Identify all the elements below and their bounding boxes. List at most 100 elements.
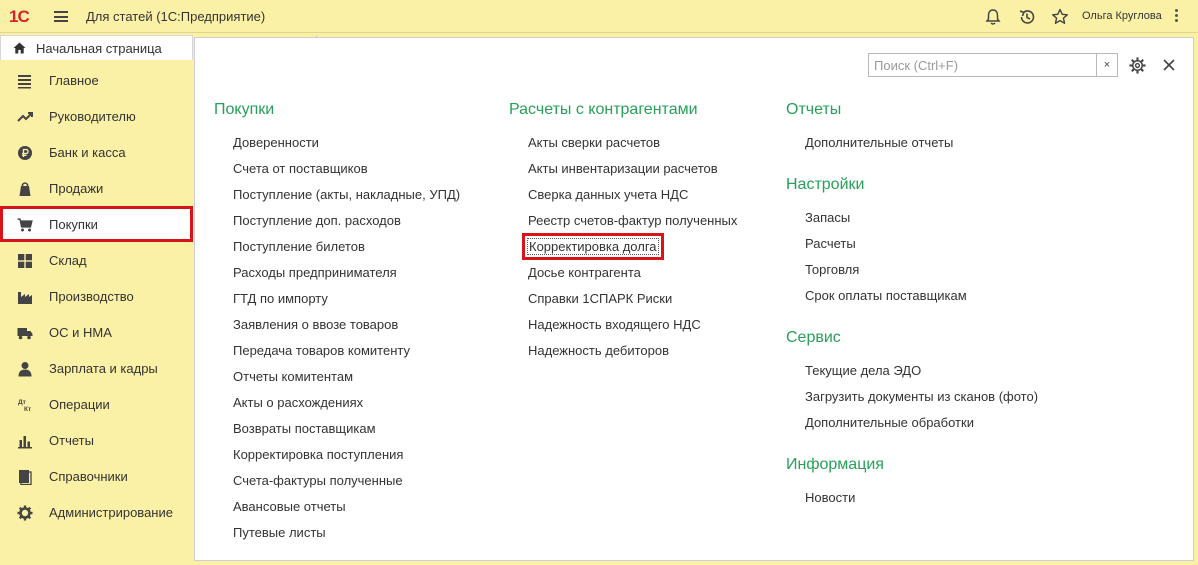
bell-icon[interactable]	[983, 7, 1003, 27]
title-bar: 1С Для статей (1С:Предприятие) Ольга Кру…	[0, 0, 1198, 33]
sidebar-item-label: Зарплата и кадры	[49, 361, 158, 376]
link-item[interactable]: Поступление доп. расходов	[233, 213, 401, 228]
gear-icon	[17, 505, 33, 521]
sidebar-item-label: Администрирование	[49, 505, 173, 520]
sidebar-item-label: Производство	[49, 289, 134, 304]
section-title-settlements: Расчеты с контрагентами	[509, 101, 698, 118]
link-item[interactable]: Новости	[805, 490, 855, 505]
svg-text:Дт: Дт	[18, 399, 26, 406]
sidebar-item-management[interactable]: Руководителю	[0, 98, 193, 134]
link-item[interactable]: Счета от поставщиков	[233, 161, 368, 176]
link-item[interactable]: Расчеты	[805, 236, 856, 251]
sidebar-item-label: Руководителю	[49, 109, 136, 124]
grid-icon	[18, 254, 32, 268]
link-item[interactable]: Торговля	[805, 262, 859, 277]
sidebar-item-salary[interactable]: Зарплата и кадры	[0, 350, 193, 386]
trend-icon	[17, 112, 33, 122]
section-title-reports: Отчеты	[786, 101, 842, 118]
search-input[interactable]	[869, 54, 1096, 76]
sidebar-item-main[interactable]: Главное	[0, 62, 193, 98]
tab-home-label: Начальная страница	[36, 40, 162, 56]
link-item[interactable]: Авансовые отчеты	[233, 499, 346, 514]
link-debt-adjustment[interactable]: Корректировка долга	[522, 233, 664, 260]
sections-panel: Главное Руководителю Банк и касса Продаж…	[0, 62, 193, 565]
search-box	[868, 53, 1097, 77]
link-item[interactable]: Досье контрагента	[528, 265, 641, 280]
sidebar-item-sales[interactable]: Продажи	[0, 170, 193, 206]
ruble-coin-icon	[18, 146, 32, 160]
link-item[interactable]: Загрузить документы из сканов (фото)	[805, 389, 1038, 404]
sidebar-item-label: Покупки	[49, 217, 98, 232]
sidebar-item-label: Справочники	[49, 469, 128, 484]
more-vertical-icon[interactable]	[1175, 9, 1179, 23]
link-item[interactable]: Корректировка поступления	[233, 447, 403, 462]
section-title-info: Информация	[786, 456, 884, 473]
link-item[interactable]: ГТД по импорту	[233, 291, 328, 306]
sidebar-item-label: Склад	[49, 253, 87, 268]
1c-logo: 1С	[9, 7, 30, 26]
link-item[interactable]: Акты о расхождениях	[233, 395, 363, 410]
link-item[interactable]: Путевые листы	[233, 525, 326, 540]
sidebar-item-label: Операции	[49, 397, 110, 412]
link-item[interactable]: Акты инвентаризации расчетов	[528, 161, 718, 176]
bag-icon	[19, 182, 31, 196]
link-item[interactable]: Запасы	[805, 210, 850, 225]
sidebar-item-warehouse[interactable]: Склад	[0, 242, 193, 278]
user-name[interactable]: Ольга Круглова	[1082, 10, 1162, 22]
link-item[interactable]: Поступление билетов	[233, 239, 365, 254]
dt-kt-icon: Дт Кт	[18, 399, 31, 413]
link-item[interactable]: Возвраты поставщикам	[233, 421, 376, 436]
link-item[interactable]: Акты сверки расчетов	[528, 135, 660, 150]
search-clear-button[interactable]: ×	[1097, 53, 1118, 77]
person-icon	[18, 362, 32, 377]
link-item[interactable]: Счета-фактуры полученные	[233, 473, 403, 488]
link-item[interactable]: Текущие дела ЭДО	[805, 363, 921, 378]
link-item[interactable]: Поступление (акты, накладные, УПД)	[233, 187, 460, 202]
history-icon[interactable]	[1017, 7, 1037, 27]
menu-lines-icon	[18, 75, 31, 89]
bars-icon	[18, 436, 32, 449]
link-item[interactable]: Надежность входящего НДС	[528, 317, 701, 332]
app-title: Для статей (1С:Предприятие)	[86, 9, 266, 24]
link-item[interactable]: Расходы предпринимателя	[233, 265, 397, 280]
truck-icon	[17, 328, 33, 340]
sidebar-item-reports[interactable]: Отчеты	[0, 422, 193, 458]
sidebar-item-label: Отчеты	[49, 433, 94, 448]
sidebar-item-operations[interactable]: Дт Кт Операции	[0, 386, 193, 422]
sidebar-item-purchases[interactable]: Покупки	[0, 206, 193, 242]
book-icon	[19, 470, 32, 485]
sidebar-item-production[interactable]: Производство	[0, 278, 193, 314]
link-item[interactable]: Доверенности	[233, 135, 319, 150]
link-item[interactable]: Надежность дебиторов	[528, 343, 669, 358]
section-panel: × Покупки Доверенности Счета от поставщи…	[194, 37, 1194, 561]
close-icon[interactable]	[1161, 57, 1177, 73]
link-item[interactable]: Срок оплаты поставщикам	[805, 288, 967, 303]
sidebar-item-label: Продажи	[49, 181, 104, 196]
home-icon	[13, 42, 26, 54]
link-item[interactable]: Дополнительные отчеты	[805, 135, 953, 150]
tab-home[interactable]: Начальная страница	[0, 35, 193, 60]
main-menu-icon[interactable]	[54, 11, 68, 22]
cart-icon	[17, 218, 33, 232]
link-item[interactable]: Сверка данных учета НДС	[528, 187, 688, 202]
link-item[interactable]: Справки 1СПАРК Риски	[528, 291, 672, 306]
star-icon[interactable]	[1050, 7, 1070, 27]
sidebar-item-label: Банк и касса	[49, 145, 126, 160]
section-title-service: Сервис	[786, 329, 841, 346]
sidebar-item-label: ОС и НМА	[49, 325, 112, 340]
sidebar-item-administration[interactable]: Администрирование	[0, 494, 193, 530]
settings-gear-icon[interactable]	[1128, 56, 1147, 75]
link-item[interactable]: Отчеты комитентам	[233, 369, 353, 384]
section-title-settings: Настройки	[786, 176, 865, 193]
sidebar-item-bank[interactable]: Банк и касса	[0, 134, 193, 170]
factory-icon	[18, 292, 32, 304]
sidebar-item-fixed-assets[interactable]: ОС и НМА	[0, 314, 193, 350]
sidebar-item-catalogs[interactable]: Справочники	[0, 458, 193, 494]
link-item[interactable]: Заявления о ввозе товаров	[233, 317, 398, 332]
svg-text:Кт: Кт	[24, 406, 31, 413]
section-title-purchases: Покупки	[214, 101, 275, 118]
link-item[interactable]: Реестр счетов-фактур полученных	[528, 213, 737, 228]
link-item[interactable]: Дополнительные обработки	[805, 415, 974, 430]
sidebar-item-label: Главное	[49, 73, 99, 88]
link-item[interactable]: Передача товаров комитенту	[233, 343, 410, 358]
